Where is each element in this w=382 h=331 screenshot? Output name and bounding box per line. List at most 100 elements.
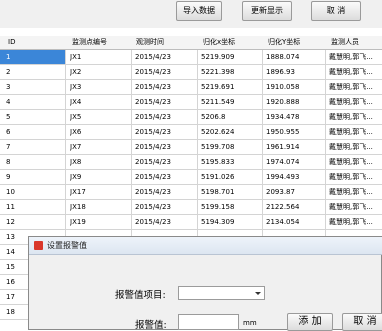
table-row[interactable]: 8 JX8 2015/4/23 5195.833 1974.074 戴慧明,郭飞... <box>0 155 382 170</box>
table-cell[interactable]: JX4 <box>70 95 81 109</box>
table-cell[interactable]: 5219.691 <box>201 80 234 94</box>
table-cell[interactable]: JX2 <box>70 65 81 79</box>
table-cell[interactable]: 5199.158 <box>201 200 234 214</box>
table-cell[interactable]: 14 <box>6 245 15 259</box>
column-header-time[interactable]: 观测时间 <box>136 36 164 49</box>
table-cell[interactable]: 2122.564 <box>266 200 299 214</box>
table-cell[interactable]: JX17 <box>70 185 86 199</box>
table-cell[interactable]: 12 <box>6 215 15 229</box>
table-cell[interactable]: 戴慧明,郭飞... <box>329 125 373 139</box>
table-cell[interactable]: 戴慧明,郭飞... <box>329 50 373 64</box>
table-cell[interactable]: 2015/4/23 <box>135 125 171 139</box>
table-cell[interactable]: 9 <box>6 170 10 184</box>
table-cell[interactable]: 戴慧明,郭飞... <box>329 80 373 94</box>
table-cell[interactable]: 5194.309 <box>201 215 234 229</box>
table-cell[interactable]: JX6 <box>70 125 81 139</box>
table-cell[interactable]: 2015/4/23 <box>135 200 171 214</box>
table-cell[interactable]: 戴慧明,郭飞... <box>329 110 373 124</box>
table-row[interactable]: 4 JX4 2015/4/23 5211.549 1920.888 戴慧明,郭飞... <box>0 95 382 110</box>
refresh-display-button[interactable]: 更新显示 <box>242 1 292 21</box>
table-cell[interactable]: 10 <box>6 185 15 199</box>
table-row[interactable]: 5 JX5 2015/4/23 5206.8 1934.478 戴慧明,郭飞... <box>0 110 382 125</box>
table-row[interactable]: 10 JX17 2015/4/23 5198.701 2093.87 戴慧明,郭飞... <box>0 185 382 200</box>
table-cell[interactable]: JX5 <box>70 110 81 124</box>
table-cell[interactable]: JX18 <box>70 200 86 214</box>
import-data-button[interactable]: 导入数据 <box>176 1 222 21</box>
table-cell[interactable]: 2134.054 <box>266 215 299 229</box>
table-cell[interactable]: 5219.909 <box>201 50 234 64</box>
column-header-x[interactable]: 归化x坐标 <box>203 36 235 49</box>
table-cell[interactable]: 5221.398 <box>201 65 234 79</box>
table-cell[interactable]: 戴慧明,郭飞... <box>329 200 373 214</box>
table-row[interactable]: 6 JX6 2015/4/23 5202.624 1950.955 戴慧明,郭飞... <box>0 125 382 140</box>
dialog-title-bar[interactable]: 设置报警值 <box>29 237 382 255</box>
column-header-id[interactable]: ID <box>8 36 15 49</box>
table-cell[interactable]: 2015/4/23 <box>135 95 171 109</box>
table-row[interactable]: 9 JX9 2015/4/23 5191.026 1994.493 戴慧明,郭飞... <box>0 170 382 185</box>
cancel-button[interactable]: 取 消 <box>311 1 361 21</box>
table-cell[interactable]: 戴慧明,郭飞... <box>329 95 373 109</box>
table-cell[interactable]: 17 <box>6 290 15 304</box>
table-row[interactable]: 1 JX1 2015/4/23 5219.909 1888.074 戴慧明,郭飞... <box>0 50 382 65</box>
table-cell[interactable]: 戴慧明,郭飞... <box>329 140 373 154</box>
table-cell[interactable]: 2 <box>6 65 10 79</box>
table-cell[interactable]: 戴慧明,郭飞... <box>329 215 373 229</box>
table-cell[interactable]: 戴慧明,郭飞... <box>329 170 373 184</box>
table-cell[interactable]: 戴慧明,郭飞... <box>329 155 373 169</box>
table-cell[interactable]: 5195.833 <box>201 155 234 169</box>
table-cell[interactable]: 1910.058 <box>266 80 299 94</box>
table-cell[interactable]: 5202.624 <box>201 125 234 139</box>
table-cell[interactable]: 3 <box>6 80 10 94</box>
table-cell[interactable]: 4 <box>6 95 10 109</box>
table-cell[interactable]: 5211.549 <box>201 95 234 109</box>
table-cell[interactable]: 6 <box>6 125 10 139</box>
table-row[interactable]: 11 JX18 2015/4/23 5199.158 2122.564 戴慧明,郭飞... <box>0 200 382 215</box>
table-cell[interactable]: 2015/4/23 <box>135 155 171 169</box>
table-cell[interactable]: 5 <box>6 110 10 124</box>
table-cell[interactable]: 2015/4/23 <box>135 50 171 64</box>
table-row[interactable]: 3 JX3 2015/4/23 5219.691 1910.058 戴慧明,郭飞... <box>0 80 382 95</box>
table-cell[interactable]: 2015/4/23 <box>135 140 171 154</box>
table-cell[interactable]: 5191.026 <box>201 170 234 184</box>
table-cell[interactable]: JX19 <box>70 215 86 229</box>
table-cell[interactable]: 13 <box>6 230 15 244</box>
table-cell[interactable]: JX7 <box>70 140 81 154</box>
table-cell[interactable]: 2015/4/23 <box>135 80 171 94</box>
alarm-value-input[interactable] <box>178 314 239 330</box>
table-row[interactable]: 12 JX19 2015/4/23 5194.309 2134.054 戴慧明,郭飞... <box>0 215 382 230</box>
table-row[interactable]: 2 JX2 2015/4/23 5221.398 1896.93 戴慧明,郭飞... <box>0 65 382 80</box>
table-cell[interactable]: 15 <box>6 260 15 274</box>
table-cell[interactable]: 戴慧明,郭飞... <box>329 185 373 199</box>
table-cell[interactable]: 1920.888 <box>266 95 299 109</box>
add-button[interactable]: 添 加 <box>287 313 333 331</box>
table-cell[interactable]: 16 <box>6 275 15 289</box>
table-cell[interactable]: 2015/4/23 <box>135 215 171 229</box>
table-cell[interactable]: 7 <box>6 140 10 154</box>
table-cell[interactable]: JX1 <box>70 50 81 64</box>
table-cell[interactable]: 2015/4/23 <box>135 65 171 79</box>
column-header-staff[interactable]: 监测人员 <box>331 36 359 49</box>
table-row[interactable]: 7 JX7 2015/4/23 5199.708 1961.914 戴慧明,郭飞... <box>0 140 382 155</box>
table-cell[interactable]: 1 <box>6 50 10 64</box>
table-cell[interactable]: 1896.93 <box>266 65 295 79</box>
table-cell[interactable]: 1888.074 <box>266 50 299 64</box>
column-header-y[interactable]: 归化Y坐标 <box>268 36 300 49</box>
table-cell[interactable]: 1994.493 <box>266 170 299 184</box>
table-cell[interactable]: 8 <box>6 155 10 169</box>
table-cell[interactable]: 5199.708 <box>201 140 234 154</box>
table-cell[interactable]: 2015/4/23 <box>135 185 171 199</box>
table-cell[interactable]: 18 <box>6 305 15 319</box>
table-cell[interactable]: 5198.701 <box>201 185 234 199</box>
table-cell[interactable]: 1934.478 <box>266 110 299 124</box>
alarm-item-select[interactable] <box>178 286 265 300</box>
table-cell[interactable]: 1950.955 <box>266 125 299 139</box>
table-cell[interactable]: 1974.074 <box>266 155 299 169</box>
table-cell[interactable]: 1961.914 <box>266 140 299 154</box>
table-cell[interactable]: JX8 <box>70 155 81 169</box>
dialog-cancel-button[interactable]: 取 消 <box>342 313 382 331</box>
table-cell[interactable]: JX9 <box>70 170 81 184</box>
table-cell[interactable]: 2015/4/23 <box>135 170 171 184</box>
column-header-point-id[interactable]: 监测点编号 <box>72 36 107 49</box>
table-cell[interactable]: 11 <box>6 200 15 214</box>
table-cell[interactable]: 2015/4/23 <box>135 110 171 124</box>
